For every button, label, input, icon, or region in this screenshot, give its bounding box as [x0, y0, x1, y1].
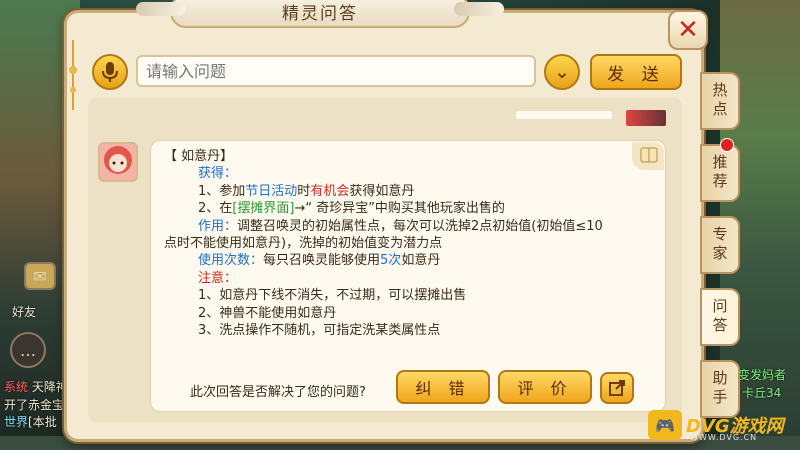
- answer-heading: 【 如意丹】: [164, 149, 234, 164]
- note-line-2: 2、神兽不能使用如意丹: [198, 305, 337, 321]
- right-player-level: 卡丘34: [742, 386, 782, 400]
- get-line1-mid: 时: [297, 183, 311, 199]
- chat-tag-system: 系统: [4, 380, 29, 394]
- times-value: 5次: [380, 253, 402, 269]
- close-button[interactable]: ✕: [668, 10, 708, 50]
- chat-tag-world: 世界: [4, 415, 29, 429]
- share-button[interactable]: [600, 372, 634, 404]
- microphone-icon: [102, 62, 118, 82]
- tab-expert[interactable]: 专家: [700, 216, 740, 274]
- times-label: 使用次数：: [198, 253, 264, 269]
- stall-interface-link[interactable]: [摆摊界面]: [232, 201, 294, 216]
- chat-icon[interactable]: …: [10, 332, 46, 368]
- note-line-3: 3、洗点操作不随机，可指定洗某类属性点: [198, 323, 441, 339]
- get-label: 获得：: [198, 166, 238, 182]
- chance-text: 有机会: [310, 183, 350, 199]
- previous-message-strip: [516, 111, 612, 119]
- note-label: 注意：: [198, 270, 238, 286]
- notification-dot: [720, 138, 734, 152]
- tab-qa[interactable]: 问答: [700, 288, 740, 346]
- spirit-avatar: [98, 142, 138, 182]
- correct-error-button[interactable]: 纠 错: [396, 370, 490, 404]
- get-line2-post: →“ 奇珍异宝”中购买其他玩家出售的: [294, 201, 505, 217]
- dialog-title: 精灵问答: [282, 3, 358, 24]
- rate-button[interactable]: 评 价: [498, 370, 592, 404]
- chat-line-3: [本批: [28, 415, 57, 429]
- times-pre: 每只召唤灵能够使用: [263, 253, 381, 269]
- title-ornament-left: [136, 2, 186, 16]
- get-line2-pre: 2、在: [198, 201, 233, 217]
- answer-content: 【 如意丹】 获得： 1、参加节日活动时有机会获得如意丹 2、在[摆摊界面]→“…: [164, 148, 654, 339]
- use-text-continued: 点时不能使用如意丹)，洗掉的初始值变为潜力点: [164, 236, 443, 252]
- feedback-question: 此次回答是否解决了您的问题?: [190, 385, 366, 400]
- voice-input-button[interactable]: [92, 54, 128, 90]
- get-line1-pre: 1、参加: [198, 183, 246, 199]
- chevron-down-icon: ⌄: [554, 61, 570, 83]
- festival-event-link[interactable]: 节日活动: [245, 184, 297, 199]
- get-line1-post: 获得如意丹: [349, 183, 415, 199]
- right-player-name: 变发妈者: [738, 368, 787, 382]
- chat-line-2: 开了赤金宝: [4, 398, 65, 412]
- tab-recommend[interactable]: 推荐: [700, 144, 740, 202]
- tab-hot[interactable]: 热点: [700, 72, 740, 130]
- use-label: 作用：: [198, 218, 238, 234]
- note-line-1: 1、如意丹下线不消失，不过期，可以摆摊出售: [198, 288, 467, 304]
- user-avatar: [626, 110, 666, 126]
- times-post: 如意丹: [401, 253, 441, 269]
- question-input[interactable]: [136, 55, 536, 87]
- send-button[interactable]: 发 送: [590, 54, 682, 90]
- friend-label[interactable]: 好友: [12, 303, 36, 320]
- gamepad-icon: 🎮: [648, 410, 682, 440]
- tassel-decoration: [69, 40, 77, 110]
- chat-line-1: 天降神: [31, 380, 68, 394]
- title-ornament-right: [454, 2, 504, 16]
- dialog-title-bar: 精灵问答: [136, 0, 504, 28]
- close-icon: ✕: [677, 15, 699, 45]
- history-dropdown-button[interactable]: ⌄: [544, 54, 580, 90]
- use-text: 调整召唤灵的初始属性点，每次可以洗掉2点初始值(初始值≤10: [237, 218, 603, 234]
- mail-icon[interactable]: ✉: [24, 262, 56, 290]
- watermark-url: WWW.DVG.CN: [690, 433, 758, 442]
- share-icon: [609, 380, 625, 396]
